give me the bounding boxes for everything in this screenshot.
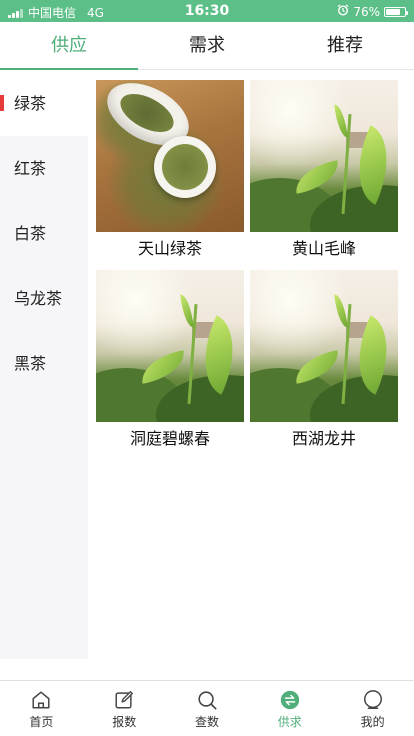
product-name[interactable]: 黄山毛峰 — [250, 232, 398, 264]
nav-query-label: 查数 — [194, 715, 219, 729]
product-card[interactable]: 洞庭碧螺春 — [96, 270, 244, 454]
sidebar-item-oolong-tea[interactable]: 乌龙茶 — [0, 266, 88, 331]
search-icon — [198, 691, 217, 710]
tab-supply[interactable]: 供应 — [0, 22, 138, 70]
nav-mine[interactable]: 我的 — [331, 681, 414, 736]
nav-supply-demand-label: 供求 — [277, 715, 302, 729]
status-right: 76% — [337, 4, 408, 19]
product-image[interactable] — [250, 80, 398, 232]
battery-icon — [384, 6, 408, 17]
edit-icon — [115, 691, 134, 709]
home-icon — [32, 691, 50, 709]
nav-report-label: 报数 — [112, 715, 137, 729]
nav-home[interactable]: 首页 — [0, 681, 83, 736]
nav-home-label: 首页 — [29, 715, 54, 729]
product-image[interactable] — [96, 80, 244, 232]
product-image[interactable] — [250, 270, 398, 422]
product-card[interactable]: 黄山毛峰 — [250, 80, 398, 264]
sidebar-item-green-tea[interactable]: 绿茶 — [0, 71, 88, 136]
battery-percent: 76% — [353, 4, 380, 19]
nav-query[interactable]: 查数 — [166, 681, 249, 736]
product-name[interactable]: 天山绿茶 — [96, 232, 244, 264]
exchange-icon — [280, 690, 299, 710]
sidebar-item-dark-tea[interactable]: 黑茶 — [0, 331, 88, 396]
nav-report[interactable]: 报数 — [83, 681, 166, 736]
sidebar-item-white-tea[interactable]: 白茶 — [0, 201, 88, 266]
tab-recommend[interactable]: 推荐 — [276, 22, 414, 69]
category-sidebar: 绿茶 红茶 白茶 乌龙茶 黑茶 — [0, 71, 88, 659]
status-bar: 中国电信 4G 16:30 76% — [0, 0, 414, 22]
user-icon — [363, 690, 382, 709]
product-name[interactable]: 洞庭碧螺春 — [96, 422, 244, 454]
battery-fill — [386, 8, 400, 15]
product-card[interactable]: 天山绿茶 — [96, 80, 244, 264]
sidebar-item-black-tea[interactable]: 红茶 — [0, 136, 88, 201]
tab-demand[interactable]: 需求 — [138, 22, 276, 69]
product-grid: 天山绿茶 黄山毛峰 洞庭碧螺春 西湖龙井 — [96, 80, 406, 454]
product-card[interactable]: 西湖龙井 — [250, 270, 398, 454]
top-tabs: 供应 需求 推荐 — [0, 22, 414, 70]
bottom-nav: 首页 报数 查数 供求 我的 — [0, 680, 414, 736]
nav-mine-label: 我的 — [360, 715, 385, 729]
product-name[interactable]: 西湖龙井 — [250, 422, 398, 454]
product-image[interactable] — [96, 270, 244, 422]
nav-supply-demand[interactable]: 供求 — [248, 681, 331, 736]
alarm-icon — [337, 4, 349, 19]
